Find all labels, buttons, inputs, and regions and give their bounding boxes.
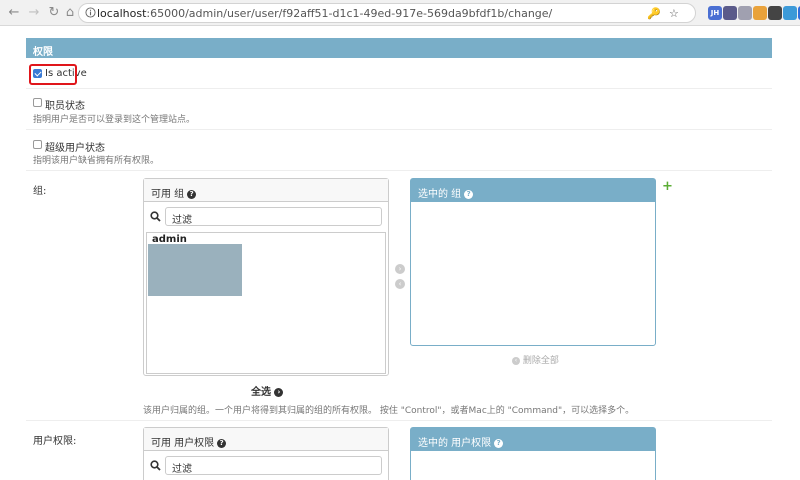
home-icon[interactable]: ⌂ xyxy=(62,5,78,21)
ext-circle-icon[interactable] xyxy=(723,6,737,20)
permissions-fieldset: 权限 xyxy=(26,38,772,58)
ext-globe-icon[interactable] xyxy=(783,6,797,20)
is-superuser-label: 超级用户状态 xyxy=(45,143,105,154)
reload-icon[interactable]: ↻ xyxy=(46,5,62,21)
is-staff-row: 职员状态 指明用户是否可以登录到这个管理站点。 xyxy=(26,89,772,130)
selection-highlight xyxy=(148,244,242,296)
user-permissions-label: 用户权限: xyxy=(33,436,77,447)
is-superuser-row: 超级用户状态 指明该用户缺省拥有所有权限。 xyxy=(26,130,772,171)
help-icon[interactable]: ? xyxy=(494,438,504,448)
remove-arrow-icon[interactable]: ‹ xyxy=(395,279,405,289)
groups-available-box: 可用 组? 过滤 admin xyxy=(143,178,389,376)
groups-available-title: 可用 组 xyxy=(151,189,185,200)
is-staff-label: 职员状态 xyxy=(45,101,85,112)
permissions-header: 权限 xyxy=(26,38,772,58)
choose-all-link[interactable]: 全选 › xyxy=(251,383,284,398)
user-permissions-filter-input[interactable]: 过滤 xyxy=(165,456,382,475)
is-staff-checkbox[interactable] xyxy=(33,98,42,107)
groups-chosen-header: 选中的 组? xyxy=(411,179,655,202)
is-staff-help: 指明用户是否可以登录到这个管理站点。 xyxy=(33,115,196,125)
help-icon[interactable]: ? xyxy=(464,189,474,199)
user-permissions-chosen-title: 选中的 用户权限 xyxy=(418,438,492,449)
page-info-icon[interactable] xyxy=(85,7,96,18)
groups-filter-input[interactable]: 过滤 xyxy=(165,207,382,226)
groups-chosen-list[interactable] xyxy=(413,204,653,343)
ext-jh-icon[interactable]: JH xyxy=(708,6,722,20)
groups-label: 组: xyxy=(33,186,47,197)
forward-icon[interactable]: → xyxy=(26,5,42,21)
is-active-highlight xyxy=(29,64,77,85)
groups-chosen-title: 选中的 组 xyxy=(418,189,462,200)
search-icon xyxy=(150,460,161,471)
user-permissions-available-title: 可用 用户权限 xyxy=(151,438,215,449)
star-icon[interactable]: ☆ xyxy=(669,7,679,20)
ext-grid-icon[interactable] xyxy=(768,6,782,20)
back-icon[interactable]: ← xyxy=(6,5,22,21)
user-permissions-row: 用户权限: xyxy=(26,421,772,480)
url-text: localhost:65000/admin/user/user/f92aff51… xyxy=(97,7,553,20)
is-superuser-help: 指明该用户缺省拥有所有权限。 xyxy=(33,156,160,166)
remove-all-link[interactable]: ‹ 删除全部 xyxy=(512,353,559,366)
is-superuser-checkbox[interactable] xyxy=(33,140,42,149)
remove-all-icon: ‹ xyxy=(512,356,520,365)
user-permissions-chosen-header: 选中的 用户权限? xyxy=(411,428,655,451)
choose-all-icon: › xyxy=(274,387,284,397)
remove-all-label: 删除全部 xyxy=(522,356,559,366)
groups-help: 该用户归属的组。一个用户将得到其归属的组的所有权限。 按住 "Control"，… xyxy=(143,406,635,416)
user-permissions-available-box: 可用 用户权限? 过滤 xyxy=(143,427,389,480)
help-icon[interactable]: ? xyxy=(217,438,227,448)
help-icon[interactable]: ? xyxy=(187,189,197,199)
groups-available-header: 可用 组? xyxy=(144,179,388,202)
user-permissions-available-header: 可用 用户权限? xyxy=(144,428,388,451)
choose-all-label: 全选 xyxy=(251,387,271,398)
browser-toolbar: ← → ↻ ⌂ localhost:65000/admin/user/user/… xyxy=(0,0,800,26)
groups-row: 组: xyxy=(26,171,772,421)
ext-react-icon[interactable] xyxy=(738,6,752,20)
address-bar[interactable]: localhost:65000/admin/user/user/f92aff51… xyxy=(78,3,696,23)
is-active-row: Is active xyxy=(26,58,772,89)
search-icon xyxy=(150,211,161,222)
key-icon[interactable]: 🔑 xyxy=(647,7,661,20)
user-permissions-chosen-box: 选中的 用户权限? xyxy=(410,427,656,480)
groups-available-list[interactable]: admin xyxy=(146,232,386,374)
add-group-icon[interactable]: + xyxy=(662,179,673,194)
groups-chosen-box: 选中的 组? xyxy=(410,178,656,346)
ext-orange-icon[interactable] xyxy=(753,6,767,20)
choose-arrow-icon[interactable]: › xyxy=(395,264,405,274)
